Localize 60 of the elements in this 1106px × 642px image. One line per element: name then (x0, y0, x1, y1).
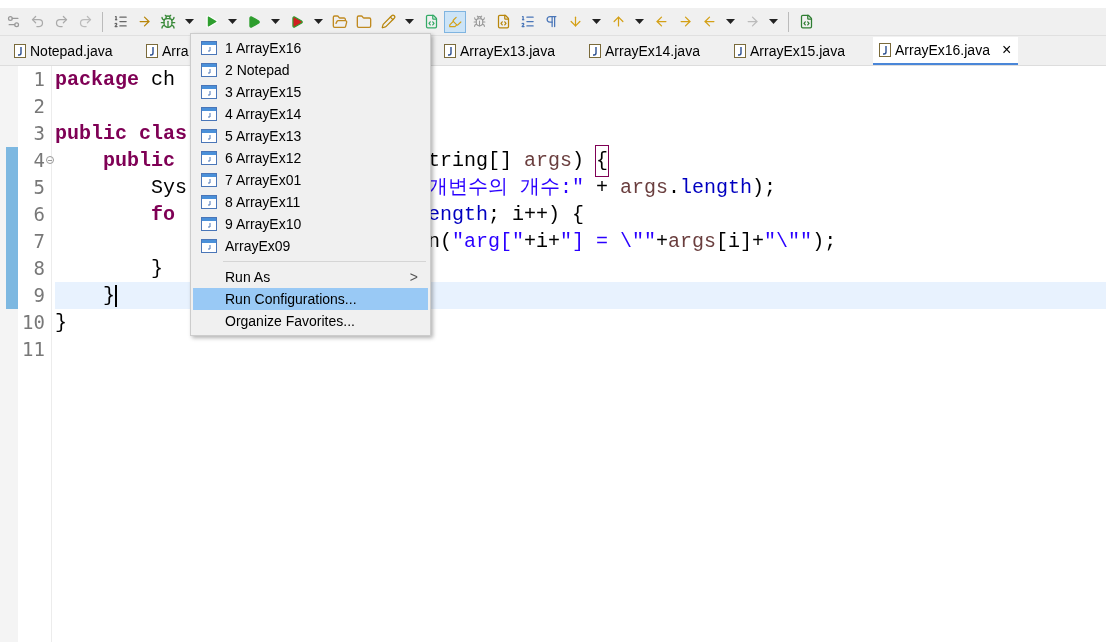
code-token: "] = \"" (560, 228, 657, 255)
code-token: ch (150, 66, 176, 93)
code-token: +i+ (524, 228, 561, 255)
code-token: package (55, 66, 139, 93)
tab-label: Arra (162, 41, 189, 61)
tab-label: ArrayEx14.java (605, 41, 700, 61)
code-token: . (668, 174, 681, 201)
line-number: 9 (33, 283, 45, 309)
code-token: { (596, 145, 609, 176)
code-token: public (55, 120, 128, 147)
code-token: } (102, 282, 115, 309)
code-token: args (524, 147, 573, 174)
menu-item-label: 4 ArrayEx14 (225, 104, 303, 124)
code-token: fo (150, 201, 176, 228)
menu-item-label: 9 ArrayEx10 (225, 214, 303, 234)
submenu-arrow: > (409, 267, 419, 287)
code-token: + (656, 228, 669, 255)
line-number: 7 (33, 229, 45, 255)
menu-item-label: 2 Notepad (225, 60, 291, 80)
code-token: Sys (150, 174, 188, 201)
menu-item-label: 7 ArrayEx01 (225, 170, 303, 190)
line-number: 11 (22, 337, 45, 363)
code-token: } (150, 255, 164, 282)
code-token: clas (139, 120, 188, 147)
code-token: ); (812, 228, 837, 255)
tab-label: Notepad.java (30, 41, 113, 61)
code-token: ); (752, 174, 777, 201)
code-token: ) (572, 147, 586, 174)
line-number: 8 (33, 256, 45, 282)
line-number: 10 (22, 310, 45, 336)
menu-item-label: 3 ArrayEx15 (225, 82, 303, 102)
tab-label: ArrayEx13.java (460, 41, 555, 61)
code-token: args (620, 174, 669, 201)
code-token: public (102, 147, 176, 174)
menu-item-label: 8 ArrayEx11 (225, 192, 302, 212)
code-token: 개변수의 개수:" (428, 174, 584, 201)
code-token: args (668, 228, 717, 255)
line-number: 6 (33, 202, 45, 228)
menu-item-label: Organize Favorites... (225, 311, 356, 331)
code-token: } (55, 309, 67, 336)
code-token: "arg[" (452, 228, 525, 255)
line-number: 1 (33, 67, 45, 93)
code-token: "\"" (764, 228, 813, 255)
code-token: [i]+ (716, 228, 765, 255)
menu-item-label: 5 ArrayEx13 (225, 126, 303, 146)
code-token: tring[] (428, 147, 513, 174)
line-number: 3 (33, 121, 45, 147)
tab-label: ArrayEx15.java (750, 41, 845, 61)
code-token: ; i++) { (488, 201, 585, 228)
menu-item-label: 1 ArrayEx16 (225, 38, 303, 58)
line-number: 5 (33, 175, 45, 201)
code-token: ength (428, 201, 488, 228)
line-number: 4 (33, 148, 45, 174)
code-token: length (680, 174, 753, 201)
code-token: + (595, 174, 610, 201)
tab-label: ArrayEx16.java (895, 40, 990, 60)
menu-item-label: ArrayEx09 (225, 236, 292, 256)
menu-item-label: 6 ArrayEx12 (225, 148, 303, 168)
menu-item-label: Run As (225, 267, 272, 287)
line-number: 2 (33, 94, 45, 120)
